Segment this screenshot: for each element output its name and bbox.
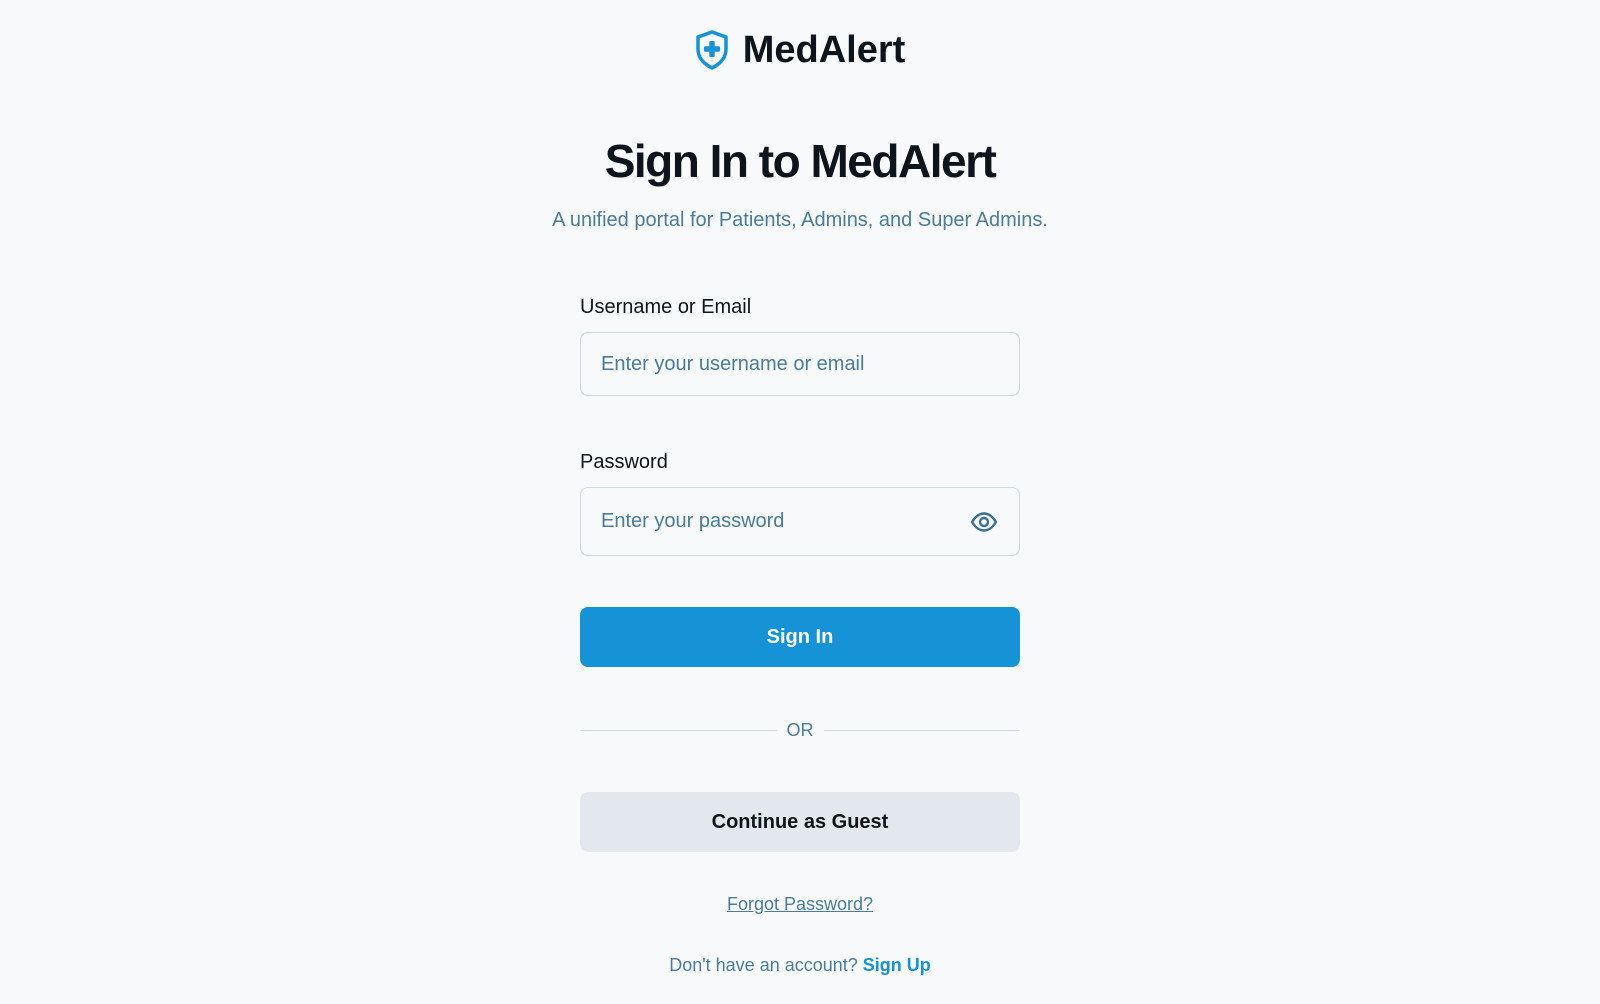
divider-line-right	[823, 729, 1020, 731]
sign-in-page: MedAlert Sign In to MedAlert A unified p…	[0, 0, 1600, 1004]
or-divider: OR	[580, 718, 1020, 742]
brand-header: MedAlert	[0, 26, 1600, 74]
continue-as-guest-button[interactable]: Continue as Guest	[580, 792, 1020, 852]
sign-up-link[interactable]: Sign Up	[863, 955, 931, 975]
forgot-password-row: Forgot Password?	[0, 894, 1600, 915]
password-field-container	[580, 487, 1020, 556]
password-label: Password	[580, 451, 668, 473]
password-input[interactable]	[601, 510, 969, 533]
sign-in-button[interactable]: Sign In	[580, 607, 1020, 667]
brand-name: MedAlert	[742, 28, 906, 71]
shield-plus-icon	[695, 30, 729, 70]
eye-icon[interactable]	[969, 507, 999, 537]
forgot-password-link[interactable]: Forgot Password?	[727, 894, 873, 914]
username-label: Username or Email	[580, 296, 752, 318]
signup-row: Don't have an account? Sign Up	[0, 955, 1600, 976]
divider-line-left	[580, 729, 777, 731]
divider-text: OR	[786, 719, 814, 740]
page-subtitle: A unified portal for Patients, Admins, a…	[552, 209, 1048, 231]
signup-prompt: Don't have an account?	[669, 955, 863, 975]
username-field-container	[580, 332, 1020, 396]
username-input[interactable]	[601, 352, 999, 376]
page-title: Sign In to MedAlert	[604, 135, 997, 187]
